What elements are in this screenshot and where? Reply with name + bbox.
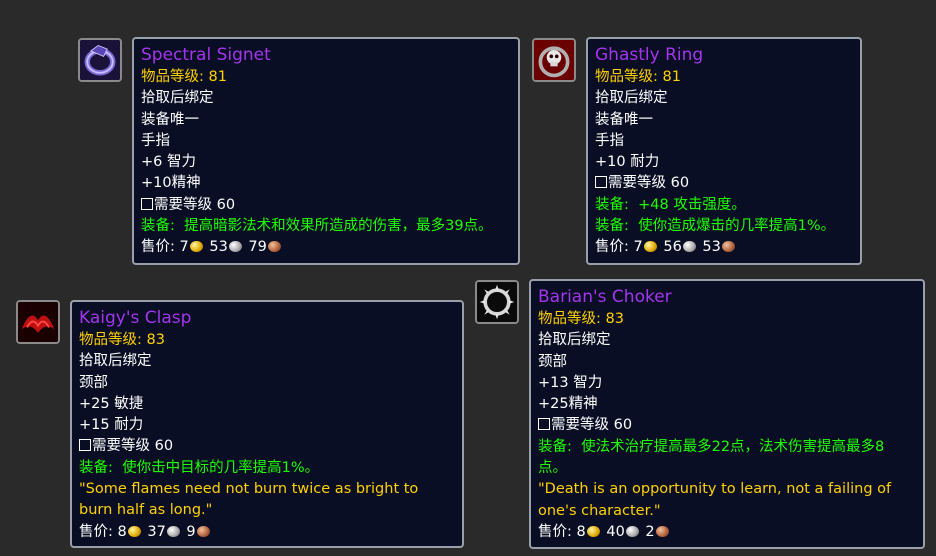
- item-stat: +13 智力: [538, 374, 603, 391]
- gold-coin-icon: [127, 525, 141, 537]
- item-name: Ghastly Ring: [595, 45, 704, 65]
- silver-coin-icon: [625, 525, 639, 537]
- item-stat: +15 耐力: [79, 417, 144, 434]
- square-icon: [79, 439, 91, 452]
- item-binding: 拾取后绑定: [538, 332, 611, 349]
- item-tooltip-ghastly-ring: Ghastly Ring 物品等级: 81 拾取后绑定 装备唯一 手指 +10 …: [586, 37, 862, 265]
- item-flavor-text: burn half as long.": [79, 502, 213, 519]
- skull-ring-icon[interactable]: [532, 38, 576, 82]
- gold-coin-icon: [643, 241, 657, 253]
- item-level: 物品等级: 83: [538, 311, 624, 327]
- item-equip-effect: 装备: 使你击中目标的几率提高1%。: [79, 459, 320, 476]
- item-sell-price: 售价: 8 40 2: [538, 522, 916, 543]
- copper-coin-icon: [655, 525, 669, 537]
- item-unique: 装备唯一: [595, 111, 653, 128]
- item-tooltip-kaigys-clasp: Kaigy's Clasp 物品等级: 83 拾取后绑定 颈部 +25 敏捷 +…: [70, 300, 464, 548]
- gold-coin-icon: [586, 525, 600, 537]
- item-equip-effect: 装备: 使法术治疗提高最多22点，法术伤害提高最多8: [538, 438, 885, 455]
- item-name: Spectral Signet: [141, 45, 271, 65]
- item-level: 物品等级: 81: [595, 69, 681, 85]
- copper-coin-icon: [721, 241, 735, 253]
- square-icon: [538, 418, 550, 431]
- item-requirement: 需要等级 60: [141, 195, 511, 216]
- item-slot: 颈部: [79, 374, 108, 391]
- silver-coin-icon: [166, 525, 180, 537]
- square-icon: [595, 176, 607, 189]
- red-clasp-icon[interactable]: [16, 300, 60, 344]
- item-slot: 手指: [141, 132, 170, 149]
- item-slot: 手指: [595, 132, 624, 149]
- gold-coin-icon: [189, 241, 203, 253]
- item-sell-price: 售价: 7 53 79: [141, 237, 511, 258]
- item-binding: 拾取后绑定: [595, 90, 668, 107]
- item-flavor-text: one's character.": [538, 502, 661, 519]
- item-tooltip-spectral-signet: Spectral Signet 物品等级: 81 拾取后绑定 装备唯一 手指 +…: [132, 37, 520, 265]
- item-stat: +10 耐力: [595, 154, 660, 171]
- item-equip-effect-cont: 点。: [538, 460, 567, 477]
- item-flavor-text: "Death is an opportunity to learn, not a…: [538, 481, 892, 498]
- item-stat: +25精神: [538, 396, 598, 413]
- item-name: Barian's Choker: [538, 287, 672, 307]
- item-unique: 装备唯一: [141, 111, 199, 128]
- item-sell-price: 售价: 8 37 9: [79, 522, 455, 543]
- copper-coin-icon: [267, 241, 281, 253]
- silver-coin-icon: [228, 241, 242, 253]
- item-level: 物品等级: 83: [79, 332, 165, 348]
- item-equip-effect: 装备: 提高暗影法术和效果所造成的伤害，最多39点。: [141, 218, 493, 235]
- item-sell-price: 售价: 7 56 53: [595, 237, 853, 258]
- item-level: 物品等级: 81: [141, 69, 227, 85]
- item-equip-effect: 装备: 使你造成爆击的几率提高1%。: [595, 218, 836, 235]
- item-stat: +25 敏捷: [79, 395, 144, 412]
- item-flavor-text: "Some flames need not burn twice as brig…: [79, 481, 419, 498]
- copper-coin-icon: [196, 525, 210, 537]
- item-binding: 拾取后绑定: [79, 353, 152, 370]
- square-icon: [141, 197, 153, 210]
- item-name: Kaigy's Clasp: [79, 308, 192, 328]
- item-stat: +10精神: [141, 175, 201, 192]
- item-stat: +6 智力: [141, 154, 196, 171]
- item-binding: 拾取后绑定: [141, 90, 214, 107]
- spectral-ring-icon[interactable]: [78, 38, 122, 82]
- item-requirement: 需要等级 60: [79, 436, 455, 457]
- item-requirement: 需要等级 60: [595, 173, 853, 194]
- spiked-choker-icon[interactable]: [475, 280, 519, 324]
- item-tooltip-barians-choker: Barian's Choker 物品等级: 83 拾取后绑定 颈部 +13 智力…: [529, 279, 925, 549]
- item-slot: 颈部: [538, 353, 567, 370]
- silver-coin-icon: [682, 241, 696, 253]
- item-equip-effect: 装备: +48 攻击强度。: [595, 196, 746, 213]
- item-requirement: 需要等级 60: [538, 415, 916, 436]
